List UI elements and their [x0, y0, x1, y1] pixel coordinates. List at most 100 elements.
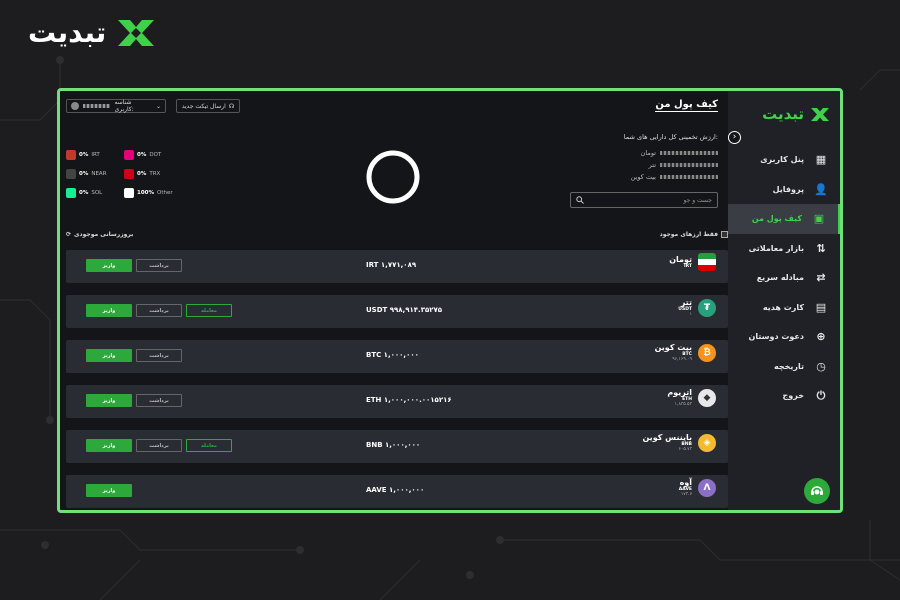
usdt-logo-icon: ₮ — [698, 298, 716, 317]
legend-percent: 0% — [79, 171, 89, 177]
coin-price: ۶۰۵.۷۳ — [678, 447, 692, 452]
legend-symbol: IRT — [91, 152, 100, 158]
user-id-dropdown[interactable]: شناسه کاربری: ⌄ — [66, 99, 166, 113]
coin-info: بیت کوین BTC ۹۶,۱۶۹.۰۹ ₿ — [655, 343, 716, 362]
search-icon — [576, 196, 584, 204]
coin-name: تومان — [669, 255, 692, 264]
withdraw-button[interactable]: برداشت — [136, 259, 182, 272]
coin-name: بیت کوین — [654, 343, 692, 352]
search-placeholder: جست و جو — [683, 196, 712, 204]
deposit-button[interactable]: واریز — [86, 439, 132, 452]
asset-row-eth: واریز برداشت ETH ۱,۰۰۰,۰۰۰.۰۰۱۵۲۱۶ اتریوم ET… — [66, 385, 728, 418]
deposit-button[interactable]: واریز — [86, 349, 132, 362]
ticket-label: ارسال تیکت جدید — [181, 102, 226, 110]
withdraw-button[interactable]: برداشت — [136, 349, 182, 362]
sidebar-item[interactable]: دعوت دوستان ⊕ — [728, 322, 840, 352]
trade-button[interactable]: معامله — [186, 439, 232, 452]
sidebar-item-label: تاریخچه — [774, 361, 804, 371]
invite-icon: ⊕ — [816, 330, 826, 344]
brand-x-icon — [118, 19, 155, 46]
legend-symbol: DOT — [149, 152, 162, 158]
sidebar: تبدیت › پنل کاربری ▦ پروفایل 👤 کیف پول من ▣ با… — [728, 91, 840, 510]
asset-summary: ارزش تخمینی کل دارایی های شما: تومان تتر… — [558, 133, 718, 183]
new-ticket-button[interactable]: ارسال تیکت جدید ☊ — [176, 99, 240, 113]
sidebar-logo-name: تبدیت — [762, 105, 804, 123]
withdraw-button[interactable]: برداشت — [136, 394, 182, 407]
coin-logo-icon — [66, 169, 76, 179]
user-id-label: شناسه کاربری: — [114, 99, 134, 113]
sidebar-nav: پنل کاربری ▦ پروفایل 👤 کیف پول من ▣ بازار معام… — [728, 145, 840, 411]
asset-toolbar: ⟳ بروزرسانی موجودی فقط ارزهای موجود — [66, 231, 728, 241]
sidebar-item-label: دعوت دوستان — [748, 332, 804, 342]
user-icon: 👤 — [814, 182, 828, 196]
headset-icon: ☊ — [228, 102, 235, 110]
sidebar-item[interactable]: پروفایل 👤 — [728, 175, 840, 205]
coin-logo-icon — [66, 188, 76, 198]
brand-x-icon — [811, 107, 829, 121]
coin-name: آوه — [679, 478, 692, 487]
coin-logo-icon — [124, 150, 134, 160]
asset-balance: AAVE ۱,۰۰۰,۰۰۰ — [366, 486, 425, 494]
sidebar-item[interactable]: پنل کاربری ▦ — [728, 145, 840, 175]
support-chat-button[interactable] — [804, 478, 830, 504]
aave-logo-icon: Λ — [698, 478, 716, 497]
coin-names: تومان IRT — [669, 255, 692, 269]
sidebar-item-label: پروفایل — [772, 184, 804, 194]
checkbox-box — [721, 231, 728, 238]
legend-symbol: TRX — [149, 171, 161, 177]
sidebar-item[interactable]: کیف پول من ▣ — [728, 204, 840, 234]
asset-row-usdt: واریز برداشت معامله USDT ۹۹۸,۹۱۴.۳۵۲۷۵ تتر US… — [66, 295, 728, 328]
wallet-icon: ▣ — [813, 212, 825, 226]
asset-row-irt: واریز برداشت IRT ۱,۷۷۱,۰۸۹ تومان IRT — [66, 250, 728, 283]
legend-percent: 0% — [79, 152, 89, 158]
asset-balance: ETH ۱,۰۰۰,۰۰۰.۰۰۱۵۲۱۶ — [366, 396, 452, 404]
asset-balance: BTC ۱,۰۰۰,۰۰۰ — [366, 351, 419, 359]
masked-user-id — [82, 104, 111, 108]
summary-row-toman: تومان — [558, 147, 718, 159]
sidebar-item[interactable]: مبادله سریع ⇄ — [728, 263, 840, 293]
asset-balance: BNB ۱,۰۰۰,۰۰۰ — [366, 441, 421, 449]
withdraw-button[interactable]: برداشت — [136, 439, 182, 452]
sidebar-item[interactable]: بازار معاملاتی ⇅ — [728, 234, 840, 264]
legend-percent: 0% — [79, 190, 89, 196]
refresh-balance-button[interactable]: ⟳ بروزرسانی موجودی — [66, 231, 133, 238]
coin-logo-icon — [124, 169, 134, 179]
sidebar-item[interactable]: تاریخچه ◷ — [728, 352, 840, 382]
legend-symbol: SOL — [91, 190, 103, 196]
deposit-button[interactable]: واریز — [86, 394, 132, 407]
top-bar: شناسه کاربری: ⌄ ارسال تیکت جدید ☊ کیف پو… — [66, 99, 718, 115]
summary-row-bitcoin: بیت کوین — [558, 171, 718, 183]
coin-info: بایننس کوین BNB ۶۰۵.۷۳ ◈ — [642, 433, 716, 452]
summary-row-tether: تتر — [558, 159, 718, 171]
coin-price: ۱۷۳.۷ — [680, 492, 692, 497]
legend-item: 0% IRT — [66, 150, 100, 160]
withdraw-button[interactable]: برداشت — [136, 304, 182, 317]
only-owned-assets-checkbox[interactable]: فقط ارزهای موجود — [660, 231, 728, 238]
user-avatar-icon — [71, 102, 79, 110]
trade-button[interactable]: معامله — [186, 304, 232, 317]
grid-icon: ▦ — [815, 153, 827, 167]
coin-info: اتریوم ETH ۱,۸۳۵.۵۳ ◆ — [667, 388, 716, 407]
coin-name: تتر — [680, 298, 692, 307]
coin-name: اتریوم — [667, 388, 692, 397]
deposit-button[interactable]: واریز — [86, 259, 132, 272]
sidebar-collapse-button[interactable]: › — [728, 131, 741, 144]
main-content: شناسه کاربری: ⌄ ارسال تیکت جدید ☊ کیف پو… — [60, 91, 728, 510]
coin-symbol: IRT — [683, 264, 692, 269]
sidebar-item-label: بازار معاملاتی — [748, 243, 804, 253]
sidebar-item-label: مبادله سریع — [756, 273, 804, 283]
sidebar-item[interactable]: کارت هدیه ▤ — [728, 293, 840, 323]
coin-names: اتریوم ETH ۱,۸۳۵.۵۳ — [667, 388, 692, 407]
deposit-button[interactable]: واریز — [86, 304, 132, 317]
deposit-button[interactable]: واریز — [86, 484, 132, 497]
chevron-down-icon: ⌄ — [155, 102, 161, 110]
bnb-logo-icon: ◈ — [698, 433, 716, 452]
coin-price: ۱,۸۳۵.۵۳ — [674, 402, 692, 407]
portfolio-donut-chart — [366, 150, 420, 204]
search-input[interactable]: جست و جو — [570, 192, 718, 208]
asset-balance: IRT ۱,۷۷۱,۰۸۹ — [366, 261, 417, 269]
btc-logo-icon: ₿ — [698, 343, 716, 362]
legend-percent: 0% — [137, 171, 147, 177]
power-icon: ⏻ — [816, 388, 826, 402]
sidebar-item[interactable]: خروج ⏻ — [728, 381, 840, 411]
